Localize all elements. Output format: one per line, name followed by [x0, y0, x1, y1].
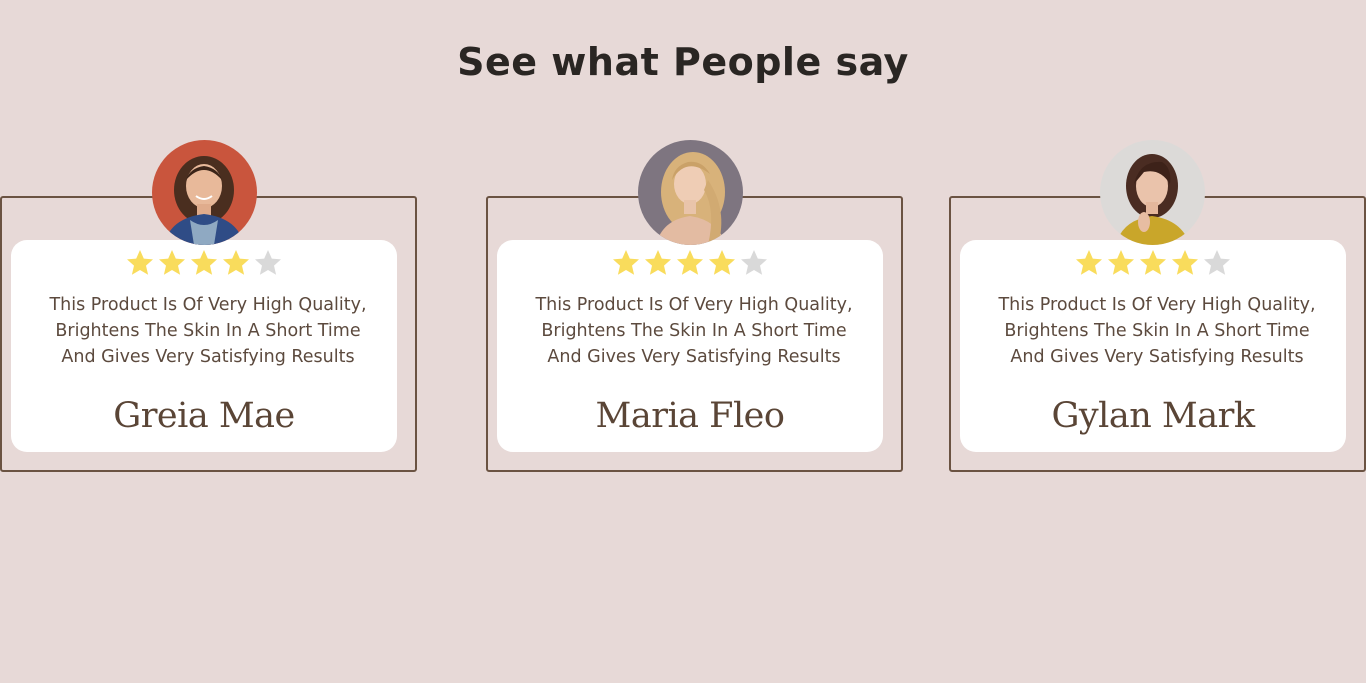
rating-stars	[611, 248, 769, 278]
woman-portrait-icon	[1100, 140, 1205, 245]
section-heading: See what People say	[457, 40, 909, 84]
review-text: This Product Is Of Very High Quality, Br…	[535, 295, 853, 367]
star-empty-icon	[1204, 250, 1230, 275]
star-filled-icon	[223, 250, 249, 275]
reviewer-name: Greia Mae	[113, 396, 295, 436]
star-empty-icon	[741, 250, 767, 275]
star-filled-icon	[709, 250, 735, 275]
star-empty-icon	[255, 250, 281, 275]
star-filled-icon	[159, 250, 185, 275]
rating-stars	[125, 248, 283, 278]
star-filled-icon	[191, 250, 217, 275]
star-filled-icon	[1140, 250, 1166, 275]
avatar	[1100, 140, 1205, 245]
woman-portrait-icon	[638, 140, 743, 245]
star-filled-icon	[645, 250, 671, 275]
star-filled-icon	[1076, 250, 1102, 275]
reviewer-name: Maria Fleo	[595, 396, 785, 436]
star-filled-icon	[1172, 250, 1198, 275]
review-text: This Product Is Of Very High Quality, Br…	[998, 295, 1316, 367]
star-filled-icon	[1108, 250, 1134, 275]
review-text: This Product Is Of Very High Quality, Br…	[49, 295, 367, 367]
woman-portrait-icon	[152, 140, 257, 245]
star-filled-icon	[677, 250, 703, 275]
avatar	[152, 140, 257, 245]
avatar	[638, 140, 743, 245]
reviewer-name: Gylan Mark	[1051, 396, 1255, 436]
star-filled-icon	[613, 250, 639, 275]
star-filled-icon	[127, 250, 153, 275]
rating-stars	[1074, 248, 1232, 278]
